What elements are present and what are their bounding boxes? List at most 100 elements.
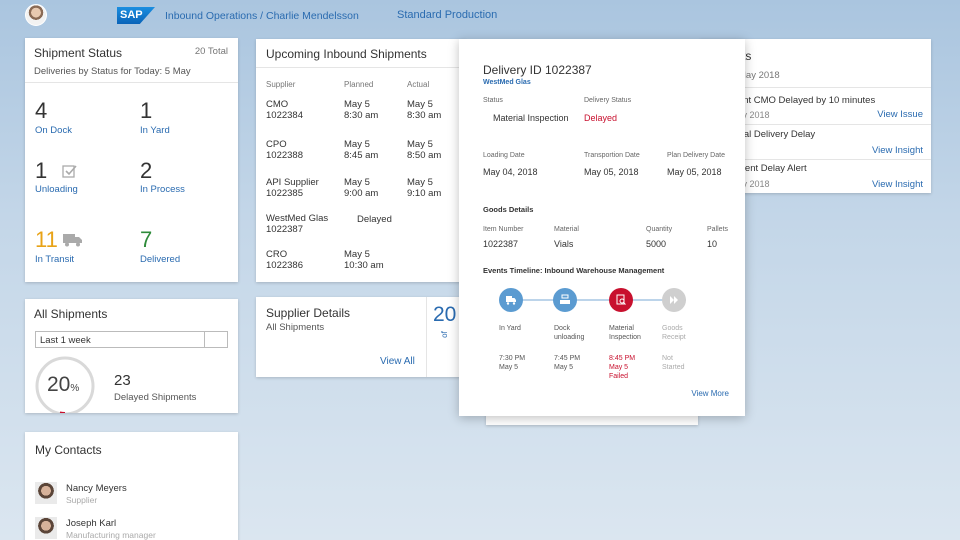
- planned-time: 10:30 am: [344, 260, 384, 271]
- view-more-link[interactable]: View More: [691, 389, 729, 398]
- step-date: May 5: [554, 364, 574, 371]
- timeline-step-dock-unloading[interactable]: [553, 288, 577, 312]
- in-transit-count: 11: [35, 227, 58, 252]
- on-dock-label[interactable]: On Dock: [35, 125, 72, 136]
- supplier-link[interactable]: WestMed Glas: [483, 79, 531, 86]
- supplier-details-card[interactable]: Supplier Details All Shipments View All …: [256, 297, 466, 377]
- contact-avatar: [35, 517, 57, 539]
- unloading-count: 1: [35, 158, 48, 183]
- unloading-label[interactable]: Unloading: [35, 184, 78, 195]
- timeline-step-goods-receipt[interactable]: [662, 288, 686, 312]
- delivery-id: 1022385: [266, 188, 303, 199]
- percent-value: 20: [47, 373, 71, 396]
- delivery-status-label: Delivery Status: [584, 97, 632, 104]
- in-process-label[interactable]: In Process: [140, 184, 185, 195]
- delivery-id: 1022384: [266, 110, 303, 121]
- planned-time: 9:00 am: [344, 188, 379, 199]
- delivery-detail-popup[interactable]: Delivery ID 1022387 WestMed Glas Status …: [459, 39, 745, 416]
- breadcrumb[interactable]: Inbound Operations / Charlie Mendelsson: [165, 10, 359, 22]
- actual-date: May 5: [407, 139, 433, 150]
- supplier-name: CMO: [266, 99, 289, 110]
- goods-quantity: 5000: [646, 239, 667, 249]
- checkbox-icon: [62, 165, 77, 178]
- inspect-icon: [616, 294, 626, 305]
- period-select[interactable]: Last 1 week: [35, 331, 228, 348]
- transport-date: May 05, 2018: [584, 167, 639, 177]
- delivered-label[interactable]: Delivered: [140, 254, 180, 265]
- user-avatar[interactable]: [25, 4, 47, 26]
- truck-icon: [506, 296, 516, 305]
- step-date: May 5: [499, 364, 519, 371]
- view-issue-link[interactable]: View Issue: [877, 109, 923, 120]
- delivered-count: 7: [140, 227, 153, 252]
- top-bar: SAP Inbound Operations / Charlie Mendels…: [0, 0, 960, 32]
- col-header-planned: Planned: [344, 80, 374, 89]
- timeline-step-in-yard[interactable]: [499, 288, 523, 312]
- card-subtitle: All Shipments: [266, 322, 325, 333]
- card-title: All Shipments: [34, 307, 108, 321]
- col-header-supplier: Supplier: [266, 80, 296, 89]
- contact-name: Nancy Meyers: [66, 483, 127, 494]
- delivery-id: 1022386: [266, 260, 303, 271]
- planned-time: 8:30 am: [344, 110, 379, 121]
- supplier-name: WestMed Glas: [266, 213, 329, 224]
- step-label: Goods Receipt: [662, 325, 686, 341]
- planned-date: May 5: [344, 99, 370, 110]
- contact-avatar: [35, 482, 57, 504]
- planned-time: 8:45 am: [344, 150, 379, 161]
- step-time: 7:30 PM: [499, 355, 526, 362]
- alert-title: ment CMO Delayed by 10 minutes: [730, 95, 876, 106]
- supplier-name: CRO: [266, 249, 288, 260]
- supplier-name: API Supplier: [266, 177, 319, 188]
- actual-time: 8:30 am: [407, 110, 442, 121]
- percent-sign: %: [70, 383, 80, 394]
- select-divider: [204, 332, 205, 347]
- forward-icon: [670, 296, 678, 304]
- in-yard-count: 1: [140, 98, 153, 123]
- planned-date: May 5: [344, 139, 370, 150]
- goods-material: Vials: [554, 239, 574, 249]
- view-insight-link[interactable]: View Insight: [872, 179, 923, 190]
- card-title: Upcoming Inbound Shipments: [266, 47, 427, 61]
- actual-date: May 5: [407, 99, 433, 110]
- my-contacts-card[interactable]: My Contacts Nancy Meyers Supplier Joseph…: [25, 432, 238, 540]
- contact-role: Manufacturing manager: [66, 530, 156, 540]
- supplier-value: 20: [433, 303, 457, 326]
- step-label: In Yard: [499, 325, 521, 332]
- step-time: Not: [662, 355, 673, 362]
- timeline-connector: [511, 299, 686, 301]
- popup-title: Delivery ID 1022387: [483, 63, 592, 77]
- truck-icon: [63, 234, 82, 247]
- card-subtitle: Deliveries by Status for Today: 5 May: [34, 66, 191, 77]
- goods-header-pallets: Pallets: [707, 226, 729, 233]
- view-insight-link[interactable]: View Insight: [872, 145, 923, 156]
- goods-header-quantity: Quantity: [646, 226, 673, 233]
- goods-header-item: Item Number: [483, 226, 524, 233]
- delayed-status: Delayed: [357, 214, 392, 225]
- transport-date-label: Transportion Date: [584, 152, 640, 159]
- shipment-status-card[interactable]: Shipment Status 20 Total Deliveries by S…: [25, 38, 238, 282]
- all-shipments-card[interactable]: All Shipments Last 1 week 20% 23 Delayed…: [25, 299, 238, 413]
- in-transit-label[interactable]: In Transit: [35, 254, 74, 265]
- environment-label[interactable]: Standard Production: [397, 9, 497, 21]
- contact-name: Joseph Karl: [66, 518, 117, 529]
- timeline-step-material-inspection[interactable]: [609, 288, 633, 312]
- card-title: My Contacts: [35, 443, 102, 457]
- loading-date-label: Loading Date: [483, 152, 525, 159]
- in-yard-label[interactable]: In Yard: [140, 125, 170, 136]
- delivery-id: 1022388: [266, 150, 303, 161]
- divider: [256, 67, 466, 68]
- step-time: 7:45 PM: [554, 355, 581, 362]
- planned-date: May 5: [344, 249, 370, 260]
- planned-date: May 5: [344, 177, 370, 188]
- plan-delivery-date: May 05, 2018: [667, 167, 722, 177]
- unload-icon: [560, 294, 570, 304]
- card-title: Shipment Status: [34, 46, 123, 60]
- goods-item-number: 1022387: [483, 239, 519, 249]
- supplier-name: CPO: [266, 139, 287, 150]
- upcoming-shipments-card[interactable]: Upcoming Inbound Shipments Supplier Plan…: [256, 39, 466, 282]
- step-failed: Failed: [609, 373, 629, 380]
- vertical-divider: [426, 297, 427, 377]
- step-label: Dock unloading: [554, 325, 585, 341]
- view-all-link[interactable]: View All: [380, 356, 415, 367]
